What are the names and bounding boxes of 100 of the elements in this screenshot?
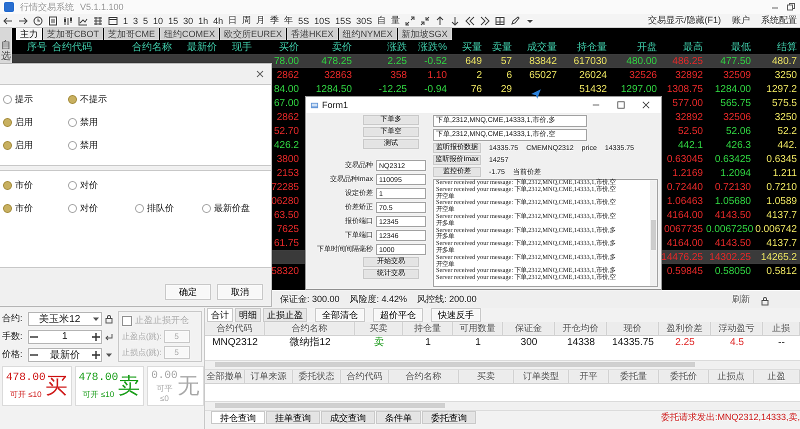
column-header[interactable]: 卖量 xyxy=(492,42,512,53)
column-header[interactable]: 委托价 xyxy=(659,370,709,384)
column-header[interactable]: 持仓量 xyxy=(577,42,607,53)
radio-label[interactable]: 排队价 xyxy=(147,202,174,215)
radio-button[interactable] xyxy=(202,204,211,213)
column-header[interactable]: 合约名称 xyxy=(265,322,355,336)
arrow-up-icon[interactable] xyxy=(435,16,446,26)
column-header[interactable]: 浮动盈亏 xyxy=(711,322,763,336)
log-box[interactable] xyxy=(433,179,658,287)
column-header[interactable]: 委托量 xyxy=(609,370,659,384)
tab[interactable]: 明细 xyxy=(235,308,261,322)
restore-icon[interactable] xyxy=(786,2,796,12)
radio-button[interactable] xyxy=(3,118,12,127)
exchange-tab[interactable]: 纽约COMEX xyxy=(160,28,220,40)
column-header[interactable]: 现价 xyxy=(607,322,659,336)
radio-button[interactable] xyxy=(3,181,12,190)
toolbar-link[interactable]: 系统配置 xyxy=(761,14,797,27)
return-arrow-icon[interactable] xyxy=(104,332,114,342)
column-header[interactable]: 合约代码 xyxy=(52,42,92,53)
period-button[interactable]: 15 xyxy=(168,16,178,26)
period-button[interactable]: 1 xyxy=(123,16,128,26)
radio-button[interactable] xyxy=(135,204,144,213)
plus-icon[interactable] xyxy=(91,332,101,342)
double-chevron-left-icon[interactable] xyxy=(465,16,476,26)
radio-label[interactable]: 启用 xyxy=(15,116,33,129)
column-header[interactable]: 现手 xyxy=(232,42,252,53)
refresh-link[interactable]: 刷新 xyxy=(732,293,750,306)
period-button[interactable]: 自 xyxy=(377,14,386,27)
exchange-tab[interactable]: 香港HKEX xyxy=(287,28,338,40)
period-button[interactable]: 10S xyxy=(314,16,330,26)
toolbar-link[interactable]: 交易显示/隐藏(F1) xyxy=(648,14,721,27)
collapse-icon[interactable] xyxy=(420,16,430,26)
radio-button[interactable] xyxy=(68,95,77,104)
grid-icon[interactable] xyxy=(93,16,103,26)
period-button[interactable]: 量 xyxy=(391,14,400,27)
column-header[interactable]: 合约代码 xyxy=(341,370,389,384)
price-spinner[interactable]: 最新价 xyxy=(28,348,102,362)
column-header[interactable]: 开仓均价 xyxy=(555,322,607,336)
exchange-tab[interactable]: 纽约NYMEX xyxy=(338,28,397,40)
radio-label[interactable]: 对价 xyxy=(80,179,98,192)
column-header[interactable]: 全部撤单 xyxy=(205,370,245,384)
action-button[interactable]: 全部清仓 xyxy=(315,308,365,322)
dialog-button[interactable]: 确定 xyxy=(165,284,211,300)
close-icon[interactable] xyxy=(255,69,265,79)
period-button[interactable]: 30S xyxy=(356,16,372,26)
contract-select[interactable]: 美玉米12 xyxy=(28,312,102,326)
period-button[interactable]: 4h xyxy=(213,16,224,26)
column-header[interactable]: 最高 xyxy=(683,42,703,53)
column-header[interactable]: 最新价 xyxy=(187,42,217,53)
column-header[interactable]: 订单类型 xyxy=(514,370,569,384)
column-header[interactable]: 委托状态 xyxy=(293,370,341,384)
lots-spinner[interactable]: 1 xyxy=(28,330,102,344)
arrow-right-icon[interactable] xyxy=(18,16,28,26)
column-header[interactable]: 卖价 xyxy=(332,42,352,53)
plus-icon[interactable] xyxy=(91,350,101,360)
radio-label[interactable]: 市价 xyxy=(15,202,33,215)
tab[interactable]: 成交查询 xyxy=(321,411,375,424)
period-button[interactable]: 10 xyxy=(153,16,164,26)
exchange-tab[interactable]: 欧交所EUREX xyxy=(220,28,286,40)
scrollbar[interactable] xyxy=(205,360,800,370)
line-chart-icon[interactable] xyxy=(78,16,88,26)
window-icon[interactable] xyxy=(108,16,118,26)
column-header[interactable]: 合约代码 xyxy=(205,322,265,336)
period-button[interactable]: 日 xyxy=(228,14,238,27)
exchange-tab[interactable]: 新加坡SGX xyxy=(398,28,452,40)
pen-icon[interactable] xyxy=(510,16,520,26)
column-header[interactable]: 买卖 xyxy=(355,322,403,336)
sidebar-label[interactable]: 自选 xyxy=(1,40,11,62)
column-header[interactable]: 盈利价差 xyxy=(659,322,711,336)
column-header[interactable]: 涨跌% xyxy=(418,42,447,53)
column-header[interactable]: 序号 xyxy=(27,42,47,53)
radio-label[interactable]: 提示 xyxy=(15,93,33,106)
tab[interactable]: 合计 xyxy=(207,308,233,322)
radio-button[interactable] xyxy=(68,118,77,127)
exchange-tab[interactable]: 芝加哥CME xyxy=(104,28,160,40)
tab[interactable]: 条件单 xyxy=(376,411,421,424)
column-header[interactable]: 买量 xyxy=(462,42,482,53)
action-button[interactable]: 快速反手 xyxy=(431,308,481,322)
lock-icon[interactable] xyxy=(760,296,770,306)
radio-label[interactable]: 不提示 xyxy=(80,93,107,106)
period-button[interactable]: 1h xyxy=(198,16,208,26)
column-header[interactable]: 结算 xyxy=(777,42,797,53)
dialog-button[interactable]: 取消 xyxy=(217,284,263,300)
period-button[interactable]: 月 xyxy=(256,14,266,27)
column-header[interactable]: 止盈 xyxy=(754,370,800,384)
lock-icon[interactable] xyxy=(104,314,114,324)
column-header[interactable]: 可用数量 xyxy=(453,322,503,336)
radio-label[interactable]: 对价 xyxy=(80,202,98,215)
scrollbar[interactable] xyxy=(205,401,800,411)
column-header[interactable]: 最低 xyxy=(731,42,751,53)
radio-button[interactable] xyxy=(68,181,77,190)
radio-label[interactable]: 禁用 xyxy=(80,139,98,152)
period-button[interactable]: 周 xyxy=(242,14,252,27)
period-button[interactable]: 15S xyxy=(335,16,352,26)
column-header[interactable]: 成交量 xyxy=(527,42,557,53)
expand-icon[interactable] xyxy=(405,16,416,26)
column-header[interactable]: 订单来源 xyxy=(245,370,293,384)
column-header[interactable]: 开盘 xyxy=(637,42,657,53)
column-header[interactable]: 保证金 xyxy=(503,322,555,336)
radio-label[interactable]: 最新价盘 xyxy=(214,202,250,215)
